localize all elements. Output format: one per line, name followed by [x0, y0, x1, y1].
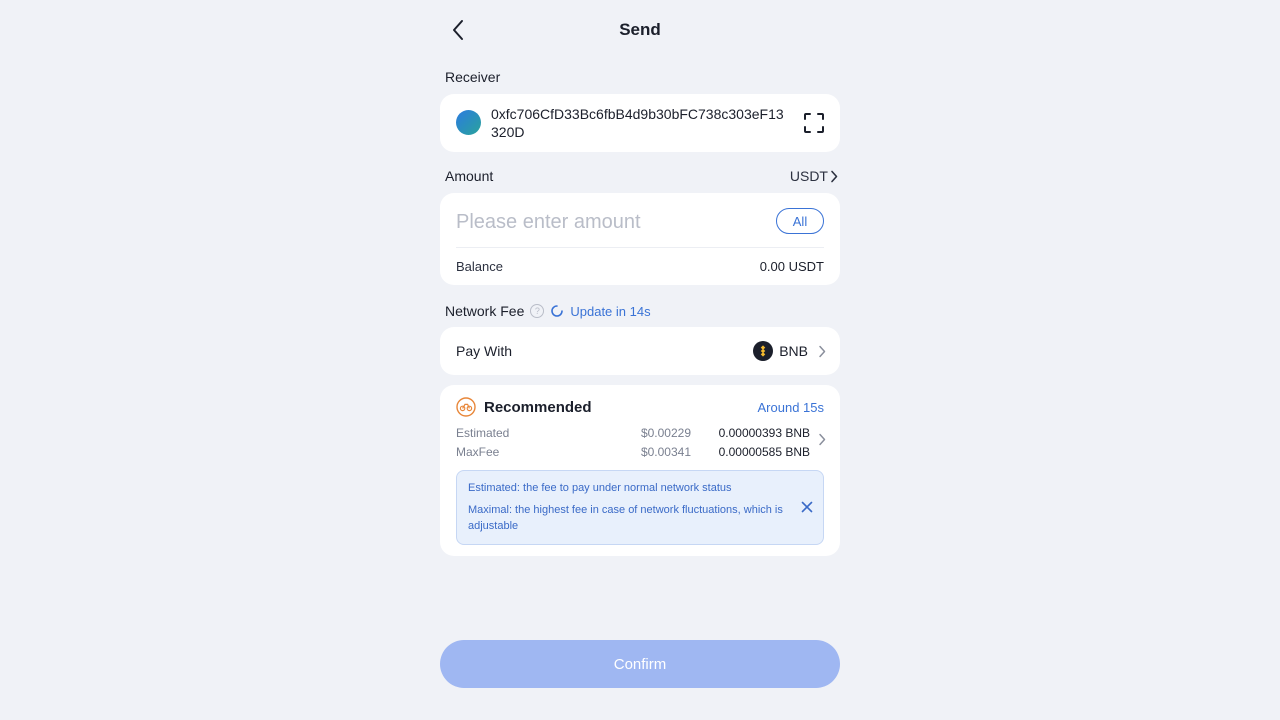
maxfee-row: MaxFee $0.00341 0.00000585 BNB — [456, 445, 810, 461]
estimated-row: Estimated $0.00229 0.00000393 BNB — [456, 426, 810, 442]
header: Send — [440, 10, 840, 50]
balance-label: Balance — [456, 259, 503, 274]
maxfee-label: MaxFee — [456, 445, 500, 459]
pay-with-selector[interactable]: BNB — [753, 341, 826, 361]
balance-value: 0.00 USDT — [759, 259, 824, 274]
all-button[interactable]: All — [776, 208, 824, 234]
network-fee-row: Network Fee ? Update in 14s — [445, 302, 651, 320]
fee-update-countdown: Update in 14s — [570, 303, 651, 319]
recommended-fee-card[interactable]: Recommended Around 15s Estimated $0.0022… — [440, 385, 840, 556]
estimated-bnb: 0.00000393 BNB — [718, 426, 810, 440]
bnb-icon — [753, 341, 774, 361]
address-avatar — [456, 110, 481, 135]
receiver-card: 0xfc706CfD33Bc6fbB4d9b30bFC738c303eF1332… — [440, 94, 840, 152]
recommended-time: Around 15s — [757, 400, 825, 415]
amount-label: Amount — [445, 168, 494, 184]
currency-label: USDT — [789, 168, 828, 184]
pay-with-card[interactable]: Pay With BNB — [440, 327, 840, 375]
estimated-label: Estimated — [456, 426, 510, 440]
pay-with-label: Pay With — [456, 343, 513, 359]
scan-icon — [804, 113, 824, 133]
divider — [456, 247, 824, 248]
info-estimated-text: Estimated: the fee to pay under normal n… — [468, 482, 732, 494]
bicycle-icon — [456, 397, 476, 417]
maxfee-bnb: 0.00000585 BNB — [718, 445, 810, 459]
close-icon[interactable] — [801, 501, 813, 513]
amount-card: All Balance 0.00 USDT — [440, 193, 840, 285]
send-page: Send Receiver 0xfc706CfD33Bc6fbB4d9b30bF… — [440, 0, 840, 720]
receiver-address[interactable]: 0xfc706CfD33Bc6fbB4d9b30bFC738c303eF1332… — [491, 105, 791, 141]
chevron-right-icon[interactable] — [818, 433, 826, 446]
recommended-title: Recommended — [484, 398, 592, 416]
chevron-right-icon — [819, 345, 826, 357]
help-icon[interactable]: ? — [530, 304, 545, 318]
network-fee-label: Network Fee — [445, 303, 525, 319]
page-title: Send — [619, 20, 661, 39]
scan-button[interactable] — [802, 111, 826, 135]
currency-selector[interactable]: USDT — [790, 168, 838, 184]
chevron-right-icon — [831, 170, 838, 182]
maxfee-usd: $0.00341 — [640, 445, 691, 459]
receiver-label: Receiver — [445, 69, 501, 85]
info-maximal-text: Maximal: the highest fee in case of netw… — [468, 504, 783, 532]
amount-input[interactable] — [456, 207, 756, 237]
loading-spinner-icon — [551, 305, 564, 317]
confirm-button[interactable]: Confirm — [440, 640, 840, 688]
pay-with-token: BNB — [779, 343, 808, 359]
estimated-usd: $0.00229 — [640, 426, 691, 440]
fee-info-box: Estimated: the fee to pay under normal n… — [456, 470, 824, 545]
recommended-header: Recommended — [456, 397, 592, 417]
